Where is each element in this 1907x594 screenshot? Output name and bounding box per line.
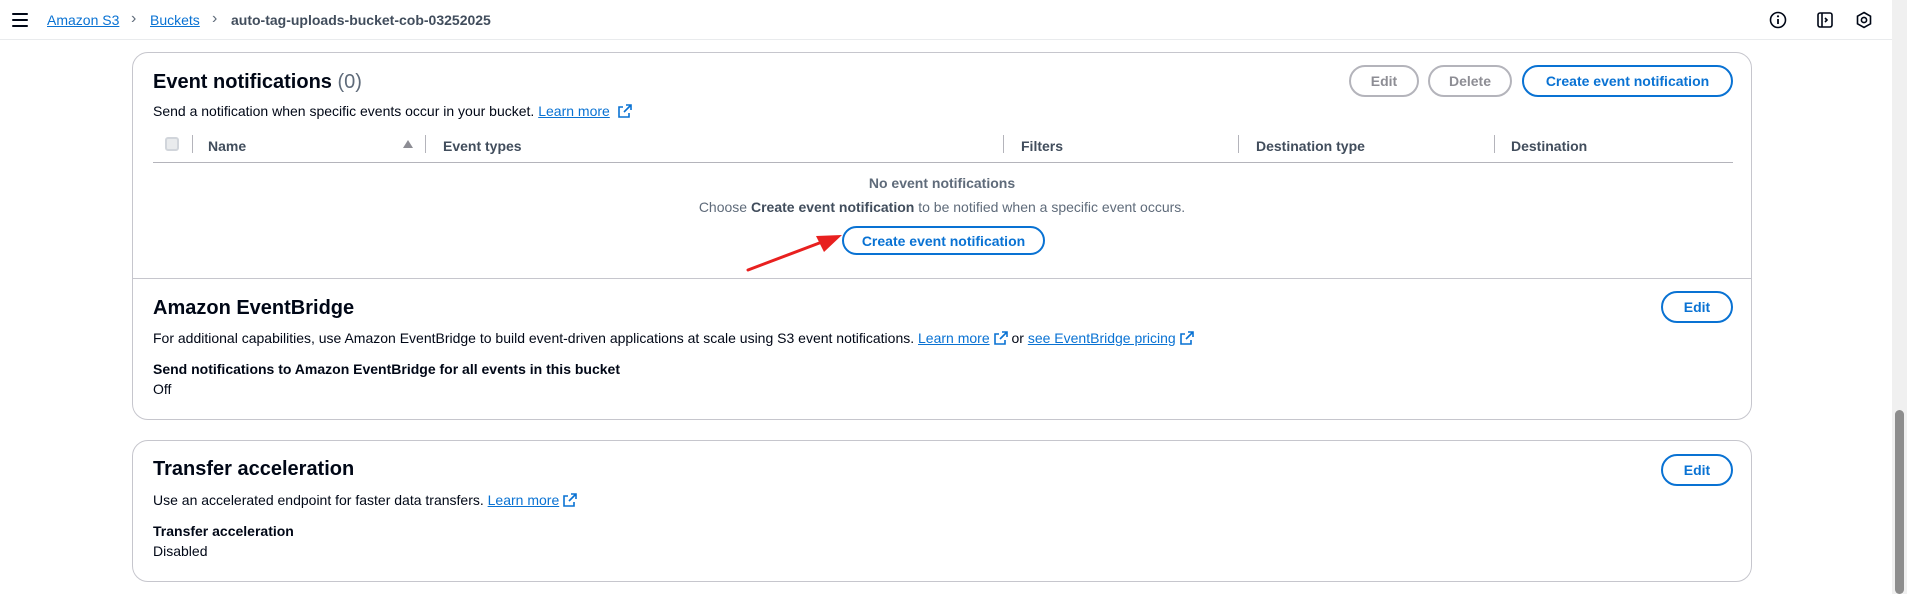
column-header-name[interactable]: Name (208, 137, 246, 155)
transfer-acceleration-learn-more-link[interactable]: Learn more (488, 492, 560, 508)
info-icon[interactable] (1769, 11, 1787, 29)
transfer-acceleration-description-text: Use an accelerated endpoint for faster d… (153, 492, 484, 508)
empty-bold: Create event notification (750, 199, 915, 215)
hamburger-menu-icon[interactable] (12, 13, 28, 27)
eventbridge-setting-value: Off (153, 381, 172, 397)
empty-state-title: No event notifications (868, 175, 1016, 191)
event-notifications-count: (0) (337, 71, 362, 93)
transfer-acceleration-panel: Transfer acceleration Edit Use an accele… (132, 440, 1752, 582)
breadcrumb-bucket-name: auto-tag-uploads-bucket-cob-03252025 (231, 12, 491, 28)
eventbridge-heading: Amazon EventBridge (153, 297, 355, 319)
delete-button-disabled[interactable]: Delete (1428, 65, 1512, 97)
scrollbar-thumb[interactable] (1895, 410, 1904, 594)
section-divider (133, 278, 1751, 279)
column-divider (1238, 135, 1239, 153)
edit-button-disabled[interactable]: Edit (1349, 65, 1419, 97)
or-text: or (1011, 330, 1024, 346)
empty-state-description: Choose Create event notification to be n… (133, 199, 1751, 215)
column-divider (1494, 135, 1495, 153)
event-notifications-table-header: Name Event types Filters Destination typ… (153, 133, 1733, 163)
transfer-acceleration-edit-button[interactable]: Edit (1661, 454, 1733, 486)
settings-hex-icon[interactable] (1855, 11, 1873, 29)
select-all-checkbox[interactable] (165, 137, 179, 151)
chevron-right-icon: › (131, 10, 137, 27)
column-header-destination-type[interactable]: Destination type (1256, 137, 1365, 155)
column-header-destination[interactable]: Destination (1511, 137, 1587, 155)
column-divider (1003, 135, 1004, 153)
eventbridge-pricing-link[interactable]: see EventBridge pricing (1028, 330, 1176, 346)
external-link-icon (563, 493, 578, 507)
create-event-notification-button[interactable]: Create event notification (1522, 65, 1733, 97)
chevron-right-icon: › (212, 10, 218, 27)
breadcrumb-amazon-s3[interactable]: Amazon S3 (47, 11, 119, 29)
eventbridge-setting-label: Send notifications to Amazon EventBridge… (153, 361, 620, 377)
eventbridge-edit-button[interactable]: Edit (1661, 291, 1733, 323)
transfer-acceleration-setting-value: Disabled (153, 543, 208, 559)
breadcrumb-buckets[interactable]: Buckets (150, 11, 200, 29)
column-header-event-types[interactable]: Event types (443, 137, 522, 155)
transfer-acceleration-setting-label: Transfer acceleration (153, 523, 294, 539)
transfer-acceleration-description: Use an accelerated endpoint for faster d… (153, 491, 578, 509)
sort-ascending-icon[interactable] (403, 140, 413, 148)
event-notifications-heading: Event notifications (0) (153, 70, 362, 94)
column-divider (192, 135, 193, 153)
event-notifications-title: Event notifications (153, 71, 332, 93)
eventbridge-description: For additional capabilities, use Amazon … (153, 329, 1194, 347)
annotation-arrow-icon (746, 235, 842, 272)
eventbridge-learn-more-link[interactable]: Learn more (918, 330, 990, 346)
description-text: Send a notification when specific events… (153, 103, 535, 119)
event-notifications-panel: Event notifications (0) Edit Delete Crea… (132, 52, 1752, 420)
eventbridge-description-text: For additional capabilities, use Amazon … (153, 330, 915, 346)
transfer-acceleration-heading: Transfer acceleration (153, 458, 355, 480)
top-navigation-bar: Amazon S3 › Buckets › auto-tag-uploads-b… (0, 0, 1892, 40)
vertical-scrollbar[interactable] (1892, 0, 1907, 594)
empty-state-create-event-notification-button[interactable]: Create event notification (842, 226, 1045, 255)
external-link-icon (993, 331, 1008, 345)
empty-suffix: to be notified when a specific event occ… (914, 199, 1186, 215)
event-notifications-description: Send a notification when specific events… (153, 102, 632, 120)
external-link-icon (1179, 331, 1194, 345)
external-link-icon (617, 104, 632, 118)
column-divider (425, 135, 426, 153)
column-header-filters[interactable]: Filters (1021, 137, 1063, 155)
learn-more-link[interactable]: Learn more (538, 103, 610, 119)
notes-icon[interactable] (1816, 11, 1834, 29)
empty-prefix: Choose (698, 199, 751, 215)
